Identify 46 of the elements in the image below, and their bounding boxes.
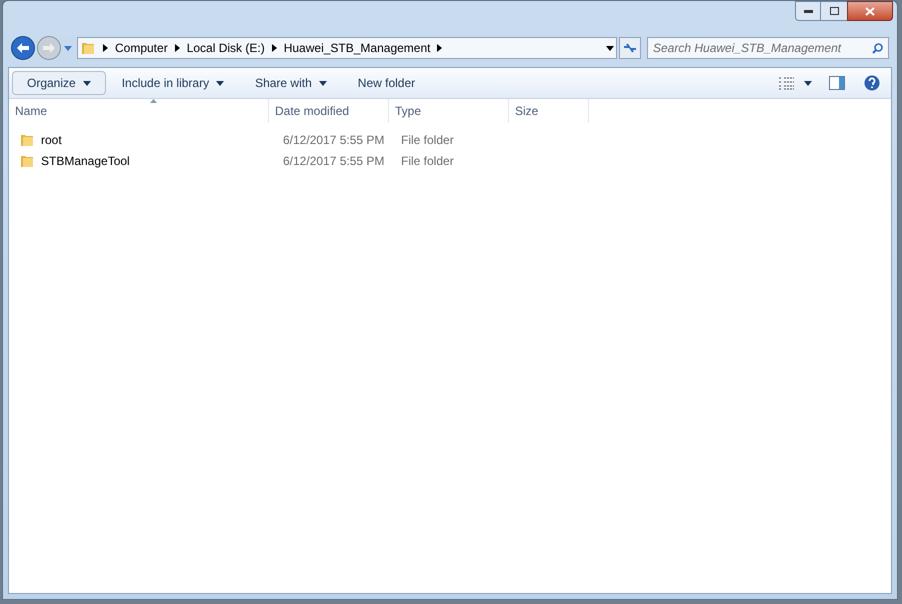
- column-header[interactable]: Type: [389, 99, 509, 123]
- search-icon: [872, 42, 883, 54]
- caret-icon: [804, 80, 812, 86]
- toolbar-button[interactable]: Share with: [240, 71, 342, 95]
- help-icon: [864, 75, 880, 91]
- minimize-icon: [804, 10, 812, 12]
- search-field[interactable]: Search Huawei_STB_Management: [647, 37, 889, 59]
- caret-icon: [216, 80, 224, 86]
- minimize-button[interactable]: [795, 1, 821, 21]
- address-bar[interactable]: Computer Local Disk (E:) Huawei_STB_Management: [77, 37, 617, 59]
- breadcrumb[interactable]: Huawei_STB_Management: [284, 39, 430, 57]
- refresh-icon: [623, 43, 637, 53]
- column-header[interactable]: Name: [9, 99, 269, 123]
- caret-icon: [82, 80, 91, 86]
- date-modified: 6/12/2017 5:55 PM: [283, 154, 384, 168]
- maximize-button[interactable]: [821, 1, 847, 21]
- back-button[interactable]: [11, 36, 35, 60]
- breadcrumb[interactable]: Computer: [115, 39, 168, 57]
- chevron-icon: [174, 44, 180, 52]
- folder-icon: [80, 40, 96, 56]
- close-icon: [865, 6, 875, 16]
- history-button[interactable]: [63, 46, 73, 50]
- chevron-icon: [272, 44, 277, 52]
- preview-pane-icon: [829, 76, 845, 90]
- details-view-icon: [779, 76, 794, 90]
- column-header[interactable]: Size: [509, 99, 589, 123]
- file-name[interactable]: STBManageTool: [41, 152, 130, 170]
- column-header[interactable]: Date modified: [269, 99, 389, 123]
- close-button[interactable]: [847, 1, 893, 21]
- caret-icon: [318, 80, 327, 86]
- toolbar-button[interactable]: New folder: [342, 71, 430, 95]
- file-type: File folder: [401, 154, 454, 168]
- maximize-icon: [830, 7, 838, 15]
- date-modified: 6/12/2017 5:55 PM: [283, 132, 384, 146]
- chevron-icon: [103, 44, 108, 52]
- breadcrumb[interactable]: Local Disk (E:): [186, 39, 265, 57]
- toolbar-button[interactable]: Include in library: [106, 71, 240, 95]
- file-type: File folder: [401, 132, 454, 146]
- caret-icon: [64, 46, 72, 50]
- toolbar-button[interactable]: Organize: [12, 71, 106, 95]
- back-arrow-icon: [17, 43, 29, 53]
- forward-arrow-icon: [43, 43, 55, 53]
- refresh-button[interactable]: [619, 37, 641, 59]
- file-name[interactable]: root: [41, 130, 62, 148]
- caret-icon: [606, 46, 614, 50]
- chevron-icon: [437, 44, 442, 52]
